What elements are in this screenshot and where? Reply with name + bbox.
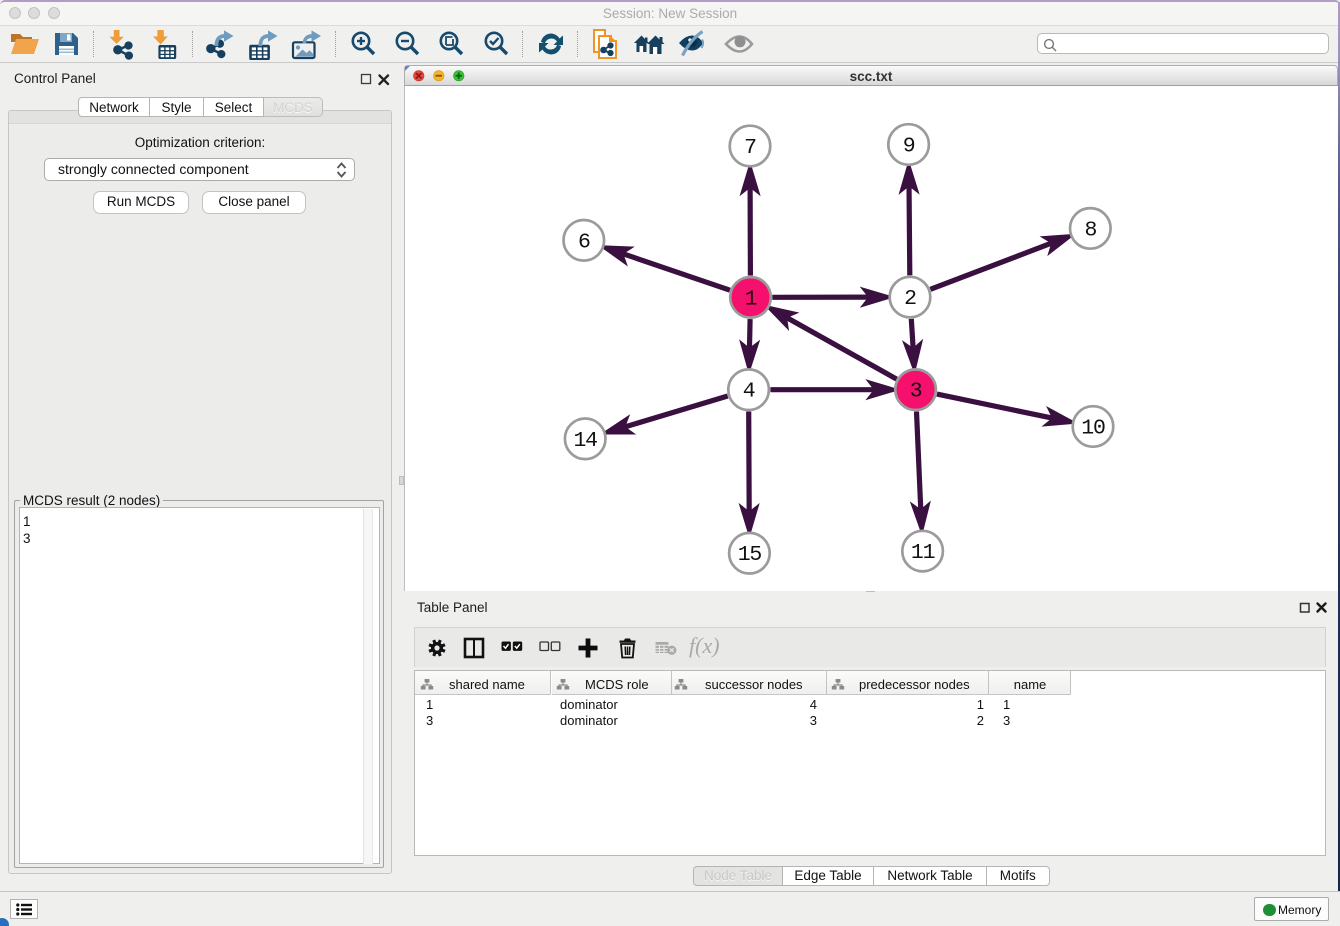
svg-text:7: 7 <box>744 136 756 160</box>
svg-text:11: 11 <box>911 541 935 565</box>
svg-text:1: 1 <box>745 287 757 311</box>
svg-text:3: 3 <box>910 380 922 404</box>
svg-text:14: 14 <box>573 429 597 453</box>
svg-text:4: 4 <box>743 380 755 404</box>
svg-text:8: 8 <box>1084 218 1096 242</box>
svg-text:10: 10 <box>1081 417 1105 441</box>
svg-text:15: 15 <box>738 543 762 567</box>
svg-text:9: 9 <box>903 135 915 159</box>
svg-text:2: 2 <box>904 287 916 311</box>
svg-text:6: 6 <box>578 230 590 254</box>
